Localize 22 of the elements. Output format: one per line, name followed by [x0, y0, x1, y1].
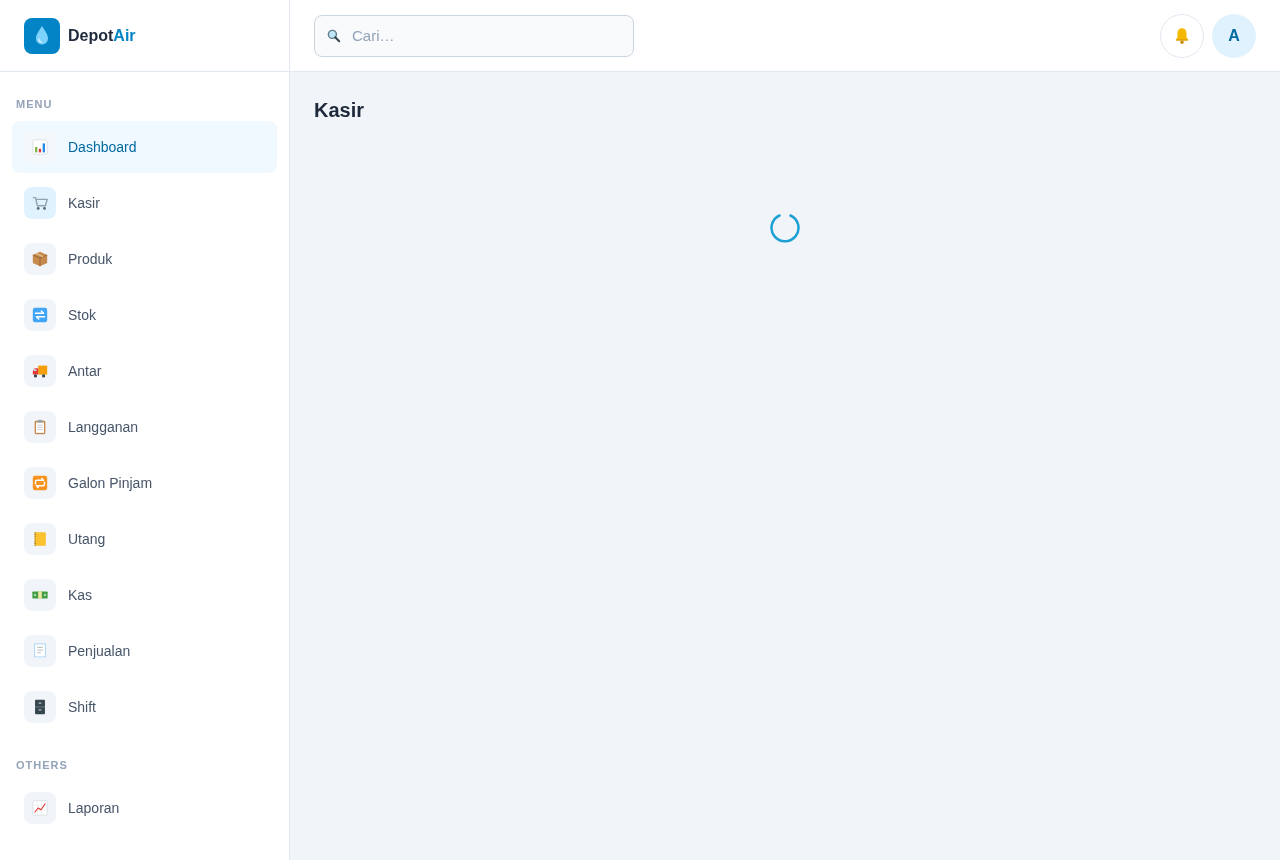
- sidebar-item[interactable]: Kas: [12, 569, 277, 621]
- sidebar-item[interactable]: Galon Pinjam: [12, 457, 277, 509]
- sidebar-item[interactable]: Langganan: [12, 401, 277, 453]
- sidebar-item[interactable]: Laporan: [12, 782, 277, 834]
- sidebar-item[interactable]: Kasir: [12, 177, 277, 229]
- sidebar-item[interactable]: Produk: [12, 233, 277, 285]
- sidebar-item[interactable]: Dashboard: [12, 121, 277, 173]
- brand-name: DepotAir: [68, 26, 136, 45]
- notification-button[interactable]: [1160, 13, 1204, 58]
- user-avatar[interactable]: A: [1212, 13, 1256, 58]
- sidebar-item[interactable]: Utang: [12, 513, 277, 565]
- water-drop-logo-icon: [24, 17, 60, 54]
- section-heading: MENU: [16, 97, 54, 112]
- search-icon: [326, 27, 342, 44]
- page-title: Kasir: [314, 98, 366, 123]
- sidebar-item[interactable]: Antar: [12, 345, 277, 397]
- sidebar-item[interactable]: Penjualan: [12, 625, 277, 677]
- bell-icon: [1173, 26, 1191, 45]
- search-field[interactable]: Cari…: [314, 14, 634, 57]
- sidebar-item[interactable]: Stok: [12, 289, 277, 341]
- section-heading: OTHERS: [16, 758, 69, 773]
- sidebar-item[interactable]: Shift: [12, 681, 277, 733]
